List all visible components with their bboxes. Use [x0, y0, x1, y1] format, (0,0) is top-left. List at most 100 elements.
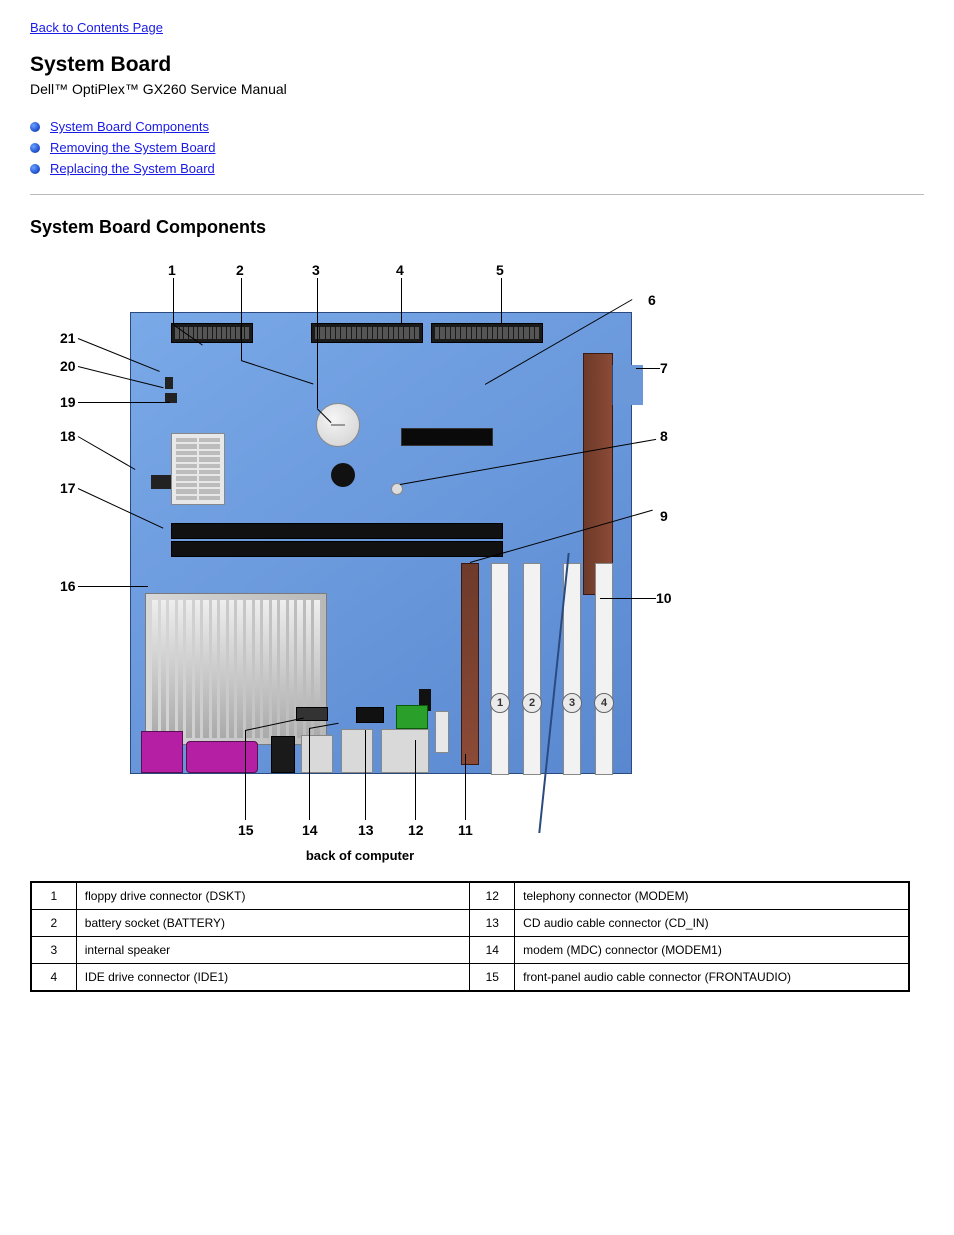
toc-list: System Board Components Removing the Sys…: [30, 119, 924, 176]
rear-io-panel: [141, 733, 461, 773]
bullet-icon: [30, 122, 40, 132]
callout-14: 14: [302, 822, 318, 838]
pci-label-2: 2: [522, 693, 542, 713]
board-outline: 1 2 3 4: [130, 312, 632, 774]
cell-num: 2: [31, 910, 76, 937]
cell-num: 1: [31, 882, 76, 910]
lead-line: [317, 278, 318, 408]
lead-line: [245, 730, 246, 820]
callout-9: 9: [660, 508, 668, 524]
pci-slot-3: [563, 563, 581, 775]
toc-link-replacing[interactable]: Replacing the System Board: [50, 161, 215, 176]
usb-stack: [271, 736, 295, 773]
bullet-icon: [30, 164, 40, 174]
lead-line: [241, 278, 242, 360]
parallel-port: [186, 741, 258, 773]
pci-slot-2: [523, 563, 541, 775]
callout-13: 13: [358, 822, 374, 838]
pci-slot-1: [491, 563, 509, 775]
cell-desc: CD audio cable connector (CD_IN): [515, 910, 909, 937]
riser-slot: [583, 353, 613, 595]
callout-17: 17: [60, 480, 76, 496]
lead-line: [636, 368, 660, 369]
memory-slot-2: [171, 541, 503, 557]
audio-stack-2: [381, 729, 429, 773]
pci-label-1: 1: [490, 693, 510, 713]
components-table: 1 floppy drive connector (DSKT) 12 telep…: [30, 881, 910, 992]
cell-num: 3: [31, 937, 76, 964]
toc-link-components[interactable]: System Board Components: [50, 119, 209, 134]
riser-card-area: [612, 365, 643, 405]
audio-jack-green: [396, 705, 428, 729]
callout-10: 10: [656, 590, 672, 606]
callout-15: 15: [238, 822, 254, 838]
table-row: 3 internal speaker 14 modem (MDC) connec…: [31, 937, 909, 964]
pci-label-3: 3: [562, 693, 582, 713]
lead-line: [78, 586, 148, 587]
pci-label-4: 4: [594, 693, 614, 713]
cell-desc: floppy drive connector (DSKT): [76, 882, 470, 910]
cell-desc: internal speaker: [76, 937, 470, 964]
aux-power-header: [151, 475, 171, 489]
cell-num: 13: [470, 910, 515, 937]
callout-3: 3: [312, 262, 320, 278]
callout-11: 11: [458, 822, 473, 838]
callout-21: 21: [60, 330, 76, 346]
table-row: 1 floppy drive connector (DSKT) 12 telep…: [31, 882, 909, 910]
callout-2: 2: [236, 262, 244, 278]
toc-link-removing[interactable]: Removing the System Board: [50, 140, 215, 155]
callout-18: 18: [60, 428, 76, 444]
callout-12: 12: [408, 822, 424, 838]
diagram-caption: back of computer: [40, 848, 680, 863]
lead-line: [309, 728, 310, 820]
section-divider: [30, 194, 924, 195]
cell-num: 14: [470, 937, 515, 964]
nic-port: [301, 735, 333, 773]
memory-slot-1: [171, 523, 503, 539]
cell-num: 4: [31, 964, 76, 992]
page-subtitle: Dell™ OptiPlex™ GX260 Service Manual: [30, 81, 924, 97]
callout-16: 16: [60, 578, 76, 594]
battery-socket: [316, 403, 360, 447]
lead-line: [600, 598, 656, 599]
callout-19: 19: [60, 394, 76, 410]
lead-line: [501, 278, 502, 324]
rtc-reset-jumper: [165, 377, 173, 389]
section-heading: System Board Components: [30, 217, 924, 238]
callout-4: 4: [396, 262, 404, 278]
internal-speaker: [331, 463, 355, 487]
ps2-port: [141, 731, 183, 773]
cpu-heatsink: [145, 593, 327, 745]
cell-desc: telephony connector (MODEM): [515, 882, 909, 910]
callout-1: 1: [168, 262, 176, 278]
audio-stack: [341, 729, 373, 773]
lead-line: [415, 740, 416, 820]
callout-6: 6: [648, 292, 656, 308]
cell-desc: modem (MDC) connector (MODEM1): [515, 937, 909, 964]
callout-5: 5: [496, 262, 504, 278]
lead-line: [401, 278, 402, 324]
callout-8: 8: [660, 428, 668, 444]
cell-desc: front-panel audio cable connector (FRONT…: [515, 964, 909, 992]
ide1-connector: [311, 323, 423, 343]
lead-line: [78, 436, 136, 470]
callout-7: 7: [660, 360, 668, 376]
table-row: 2 battery socket (BATTERY) 13 CD audio c…: [31, 910, 909, 937]
cell-num: 15: [470, 964, 515, 992]
lead-line: [78, 402, 170, 403]
ide2-connector: [431, 323, 543, 343]
front-panel-header: [401, 428, 493, 446]
bullet-icon: [30, 143, 40, 153]
table-row: 4 IDE drive connector (IDE1) 15 front-pa…: [31, 964, 909, 992]
agp-slot: [461, 563, 479, 765]
back-to-contents-link[interactable]: Back to Contents Page: [30, 20, 163, 35]
lead-line: [173, 278, 174, 324]
callout-20: 20: [60, 358, 76, 374]
cell-desc: battery socket (BATTERY): [76, 910, 470, 937]
lead-line: [465, 754, 466, 820]
page-title: System Board: [30, 53, 924, 77]
cd-in-connector: [356, 707, 384, 723]
cell-desc: IDE drive connector (IDE1): [76, 964, 470, 992]
cell-num: 12: [470, 882, 515, 910]
power-connector: [171, 433, 225, 505]
